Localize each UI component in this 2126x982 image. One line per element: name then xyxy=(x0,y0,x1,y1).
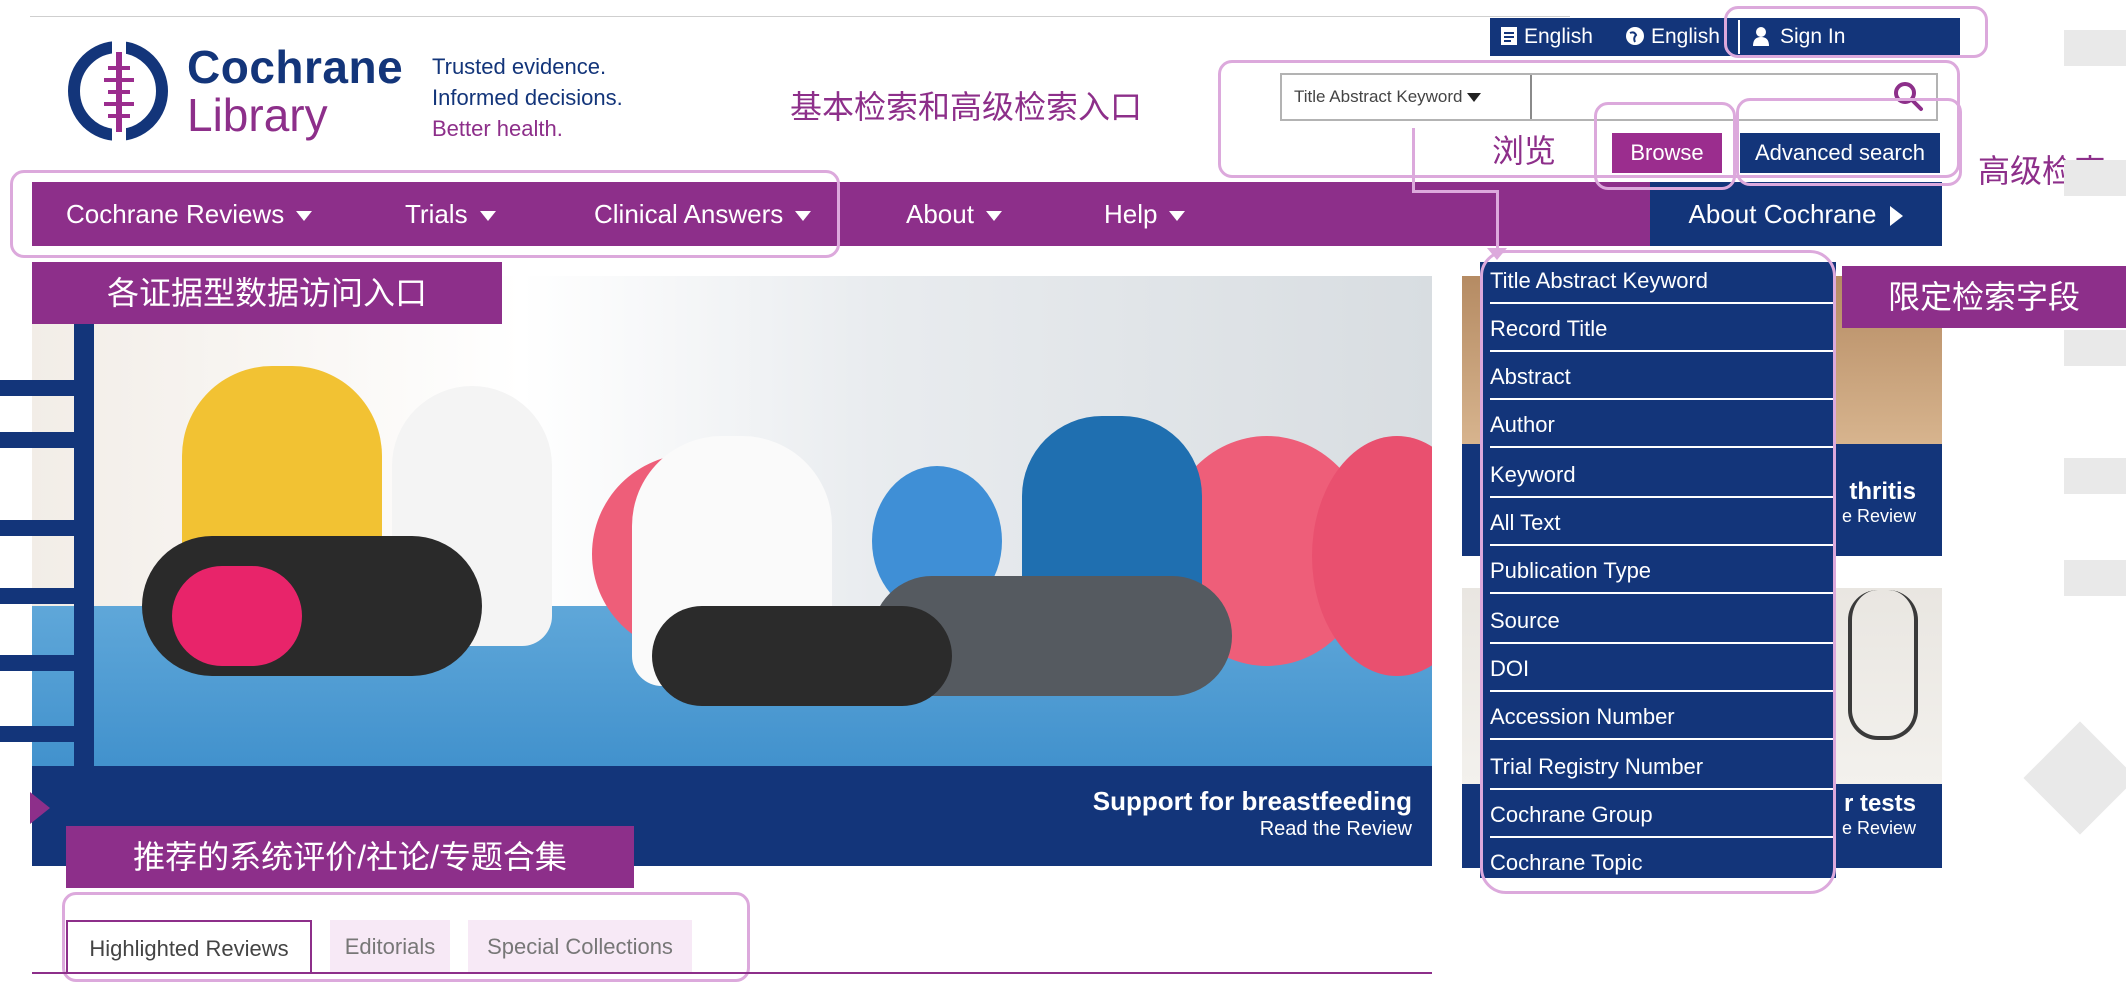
annotation-connector xyxy=(1412,190,1498,193)
logo-tick xyxy=(108,66,130,70)
hero-read-review-link[interactable]: Read the Review xyxy=(1032,818,1412,841)
annotation-browse: 浏览 xyxy=(1492,133,1557,169)
deco-diamond xyxy=(2023,721,2126,835)
deco-block xyxy=(2064,458,2126,494)
deco-block xyxy=(2064,560,2126,596)
logo-tick xyxy=(108,90,130,94)
nav-about[interactable]: About xyxy=(906,182,1002,246)
globe-icon xyxy=(1626,27,1644,45)
annotation-arrow xyxy=(1487,248,1507,260)
annotation-evidence-types: 各证据型数据访问入口 xyxy=(32,262,502,324)
carousel-prev-icon[interactable] xyxy=(30,792,50,824)
annotation-connector xyxy=(1412,128,1415,192)
nav-about-cochrane[interactable]: About Cochrane xyxy=(1650,182,1942,246)
annotation-connector xyxy=(1496,190,1499,250)
carousel-deco-bar xyxy=(0,380,80,396)
logo-tick xyxy=(104,102,134,106)
logo-wordmark-cochrane: Cochrane xyxy=(187,41,404,93)
document-icon xyxy=(1501,27,1517,45)
hero-title[interactable]: Support for breastfeeding xyxy=(1032,786,1412,817)
annotation-outline-dropdown xyxy=(1480,250,1836,894)
logo-tick xyxy=(104,78,134,82)
carousel-deco-bar xyxy=(0,588,80,604)
logo-tick xyxy=(108,114,130,118)
logo-wordmark-library: Library xyxy=(187,89,328,141)
carousel-deco-bar xyxy=(0,520,80,536)
carousel-deco-column xyxy=(74,276,94,866)
tagline-line-2: Informed decisions. xyxy=(432,85,623,110)
nav-label: About Cochrane xyxy=(1688,199,1877,229)
chevron-down-icon xyxy=(1169,211,1186,222)
hero-carousel[interactable]: Support for breastfeeding Read the Revie… xyxy=(32,276,1432,866)
nav-help[interactable]: Help xyxy=(1104,182,1186,246)
language-selector-1[interactable]: English xyxy=(1500,18,1593,56)
carousel-deco-bar xyxy=(0,726,80,742)
annotation-outline-nav xyxy=(10,170,840,258)
nav-label: About xyxy=(906,199,974,229)
annotation-outline-signin xyxy=(1724,6,1988,58)
carousel-deco-bar xyxy=(0,432,80,448)
tagline-line-3: Better health. xyxy=(432,116,563,141)
deco-block xyxy=(2064,160,2126,196)
annotation-limit-fields: 限定检索字段 xyxy=(1842,266,2126,328)
chevron-down-icon xyxy=(985,211,1002,222)
nav-label: Help xyxy=(1104,199,1158,229)
deco-block xyxy=(2064,330,2126,366)
carousel-deco-bar xyxy=(0,655,80,671)
tab-editorials[interactable]: Editorials xyxy=(330,920,450,974)
annotation-outline-advanced xyxy=(1736,98,1962,186)
language-label: English xyxy=(1651,25,1720,48)
stethoscope-icon xyxy=(1848,590,1918,740)
language-selector-2[interactable]: English xyxy=(1625,18,1720,56)
chevron-right-icon xyxy=(1890,206,1904,227)
annotation-recommended: 推荐的系统评价/社论/专题合集 xyxy=(66,826,634,888)
hero-photo-legs xyxy=(652,606,952,706)
annotation-outline-browse xyxy=(1594,102,1736,190)
deco-block xyxy=(2064,30,2126,66)
tab-special-collections[interactable]: Special Collections xyxy=(468,920,692,974)
language-label: English xyxy=(1524,25,1593,48)
tagline-line-1: Trusted evidence. xyxy=(432,54,607,79)
top-divider xyxy=(30,16,1570,17)
hero-photo-baby xyxy=(172,566,302,666)
annotation-search-entry: 基本检索和高级检索入口 xyxy=(790,89,1143,125)
tab-highlighted-reviews[interactable]: Highlighted Reviews xyxy=(66,920,312,974)
